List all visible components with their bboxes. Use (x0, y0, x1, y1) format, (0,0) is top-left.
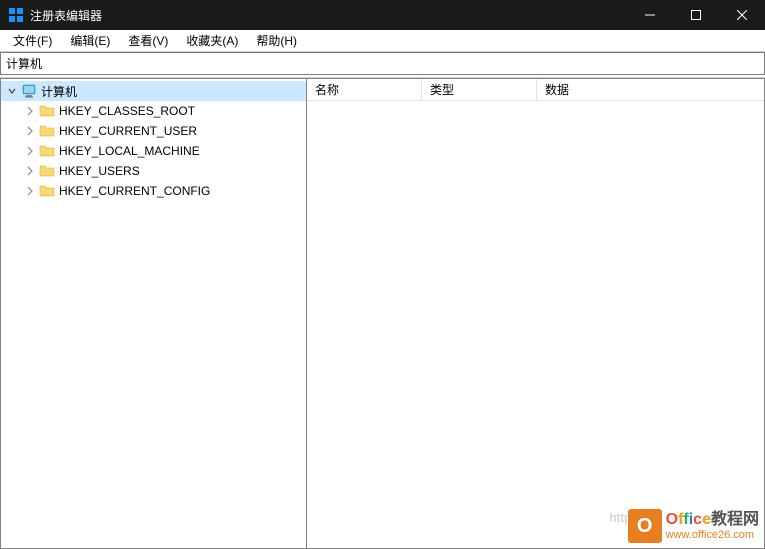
list-panel[interactable]: 名称 类型 数据 (307, 78, 765, 549)
tree-node-label: HKEY_CLASSES_ROOT (59, 104, 195, 118)
tree-node-hkey-current-config[interactable]: HKEY_CURRENT_CONFIG (1, 181, 306, 201)
tree-node-label: HKEY_LOCAL_MACHINE (59, 144, 200, 158)
menubar: 文件(F) 编辑(E) 查看(V) 收藏夹(A) 帮助(H) (0, 30, 765, 52)
menu-file[interactable]: 文件(F) (4, 30, 61, 51)
window-controls (627, 0, 765, 30)
tree-panel[interactable]: 计算机 HKEY_CLASSES_ROOT HKEY_CURRENT_USER (0, 78, 307, 549)
folder-icon (39, 163, 55, 179)
tree-node-label: HKEY_CURRENT_USER (59, 124, 197, 138)
logo-icon: O (628, 509, 662, 543)
column-data[interactable]: 数据 (537, 79, 764, 100)
app-icon (8, 7, 24, 23)
computer-icon (21, 83, 37, 99)
titlebar: 注册表编辑器 (0, 0, 765, 30)
window-title: 注册表编辑器 (30, 7, 627, 24)
menu-help[interactable]: 帮助(H) (247, 30, 306, 51)
content-area: 计算机 HKEY_CLASSES_ROOT HKEY_CURRENT_USER (0, 77, 765, 549)
expander-icon[interactable] (23, 184, 37, 198)
expander-icon[interactable] (23, 124, 37, 138)
logo-text: Office教程网 www.office26.com (666, 511, 759, 541)
tree-node-hkey-current-user[interactable]: HKEY_CURRENT_USER (1, 121, 306, 141)
folder-icon (39, 143, 55, 159)
tree-node-label: HKEY_CURRENT_CONFIG (59, 184, 210, 198)
tree-node-hkey-classes-root[interactable]: HKEY_CLASSES_ROOT (1, 101, 306, 121)
tree-node-hkey-users[interactable]: HKEY_USERS (1, 161, 306, 181)
expander-icon[interactable] (23, 164, 37, 178)
logo-line1: Office教程网 (666, 511, 759, 529)
tree-root-computer[interactable]: 计算机 (1, 81, 306, 101)
tree-root-label: 计算机 (41, 83, 77, 100)
folder-icon (39, 103, 55, 119)
expander-icon[interactable] (23, 144, 37, 158)
menu-edit[interactable]: 编辑(E) (61, 30, 119, 51)
minimize-button[interactable] (627, 0, 673, 30)
folder-icon (39, 123, 55, 139)
logo-badge: O Office教程网 www.office26.com (628, 509, 759, 543)
expander-icon[interactable] (5, 84, 19, 98)
list-header: 名称 类型 数据 (307, 79, 764, 101)
menu-favorites[interactable]: 收藏夹(A) (177, 30, 247, 51)
logo-line2: www.office26.com (666, 529, 759, 541)
menu-view[interactable]: 查看(V) (119, 30, 177, 51)
maximize-button[interactable] (673, 0, 719, 30)
column-type[interactable]: 类型 (422, 79, 537, 100)
folder-icon (39, 183, 55, 199)
address-bar[interactable]: 计算机 (0, 52, 765, 75)
tree-node-hkey-local-machine[interactable]: HKEY_LOCAL_MACHINE (1, 141, 306, 161)
tree-node-label: HKEY_USERS (59, 164, 140, 178)
expander-icon[interactable] (23, 104, 37, 118)
column-name[interactable]: 名称 (307, 79, 422, 100)
close-button[interactable] (719, 0, 765, 30)
address-path: 计算机 (6, 55, 42, 72)
